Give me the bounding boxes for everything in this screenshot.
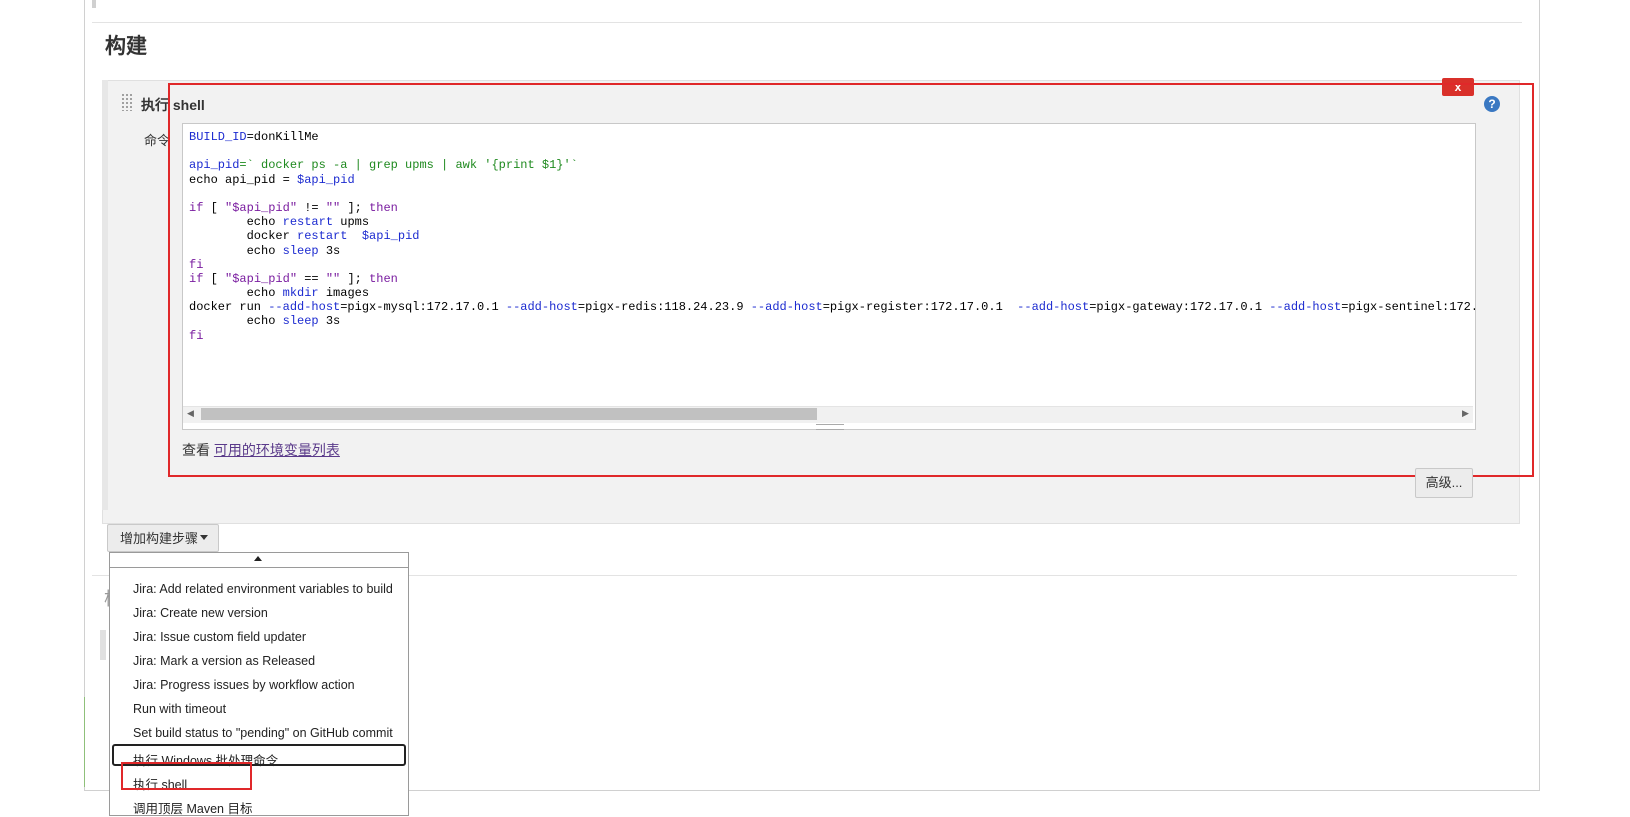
section-title: 构建 [105, 35, 147, 58]
drag-handle-icon[interactable] [121, 93, 133, 111]
advanced-button[interactable]: 高级... [1415, 468, 1473, 498]
menu-red-highlight [121, 762, 252, 790]
section-divider [92, 22, 1522, 23]
highlight-frame [168, 83, 1534, 477]
chevron-up-icon[interactable] [254, 556, 262, 561]
partial-block [100, 630, 106, 660]
menu-item[interactable]: Jira: Progress issues by workflow action [133, 678, 355, 692]
command-label: 命令 [144, 133, 171, 148]
menu-item[interactable]: Jira: Create new version [133, 606, 268, 620]
menu-item[interactable]: Run with timeout [133, 702, 226, 716]
menu-item[interactable]: 调用顶层 Maven 目标 [133, 798, 252, 817]
green-edge [84, 697, 85, 787]
menu-item[interactable]: Jira: Issue custom field updater [133, 630, 306, 644]
build-step-left-edge [102, 80, 108, 510]
menu-item[interactable]: Set build status to "pending" on GitHub … [133, 726, 393, 740]
chevron-down-icon[interactable] [200, 535, 208, 540]
menu-item[interactable]: Jira: Add related environment variables … [133, 582, 393, 596]
top-edge-marker [92, 0, 96, 8]
menu-item[interactable]: Jira: Mark a version as Released [133, 654, 315, 668]
